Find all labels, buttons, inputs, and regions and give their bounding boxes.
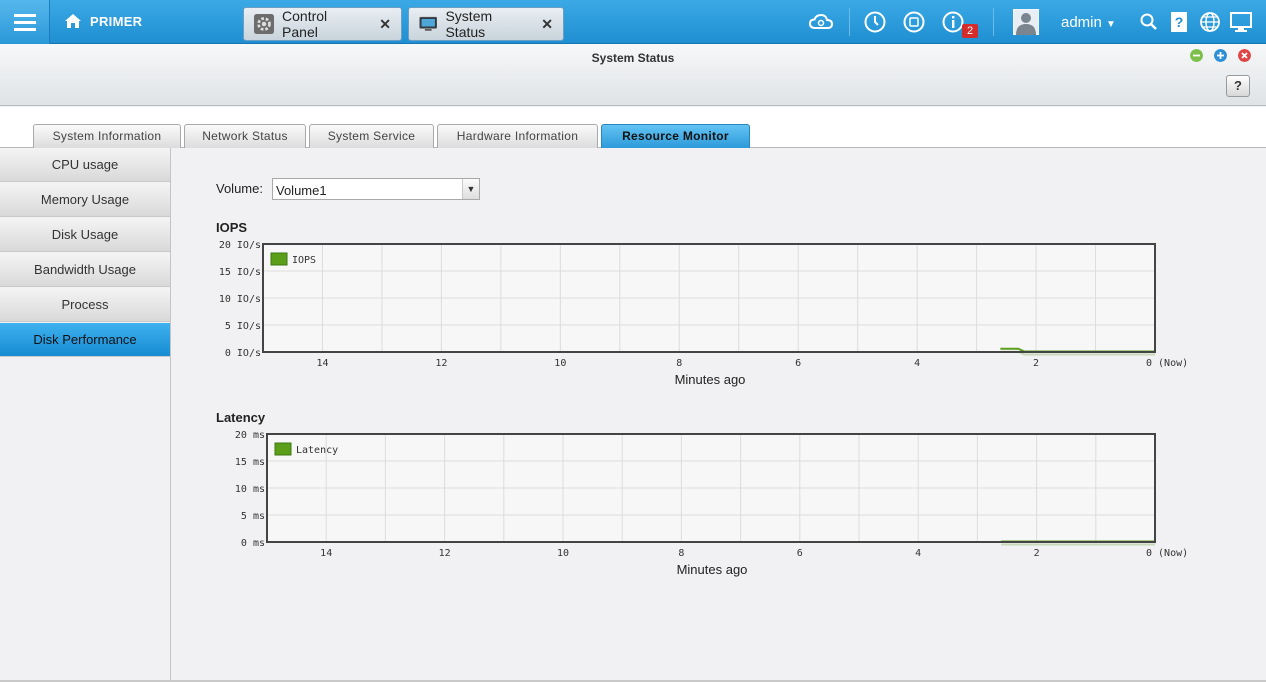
iops-legend-swatch bbox=[270, 252, 288, 266]
latency-legend-label: Latency bbox=[296, 445, 338, 456]
iops-y-tick-label: 15 IO/s bbox=[219, 267, 261, 278]
latency-x-tick-label: 6 bbox=[797, 548, 803, 559]
iops-x-tick-label: 4 bbox=[914, 358, 920, 369]
iops-x-tick-label: 8 bbox=[676, 358, 682, 369]
iops-y-tick-label: 20 IO/s bbox=[219, 240, 261, 251]
latency-x-tick-label: 0 (Now) bbox=[1146, 548, 1188, 559]
iops-x-axis-title: Minutes ago bbox=[675, 372, 746, 387]
charts-canvas: 20 IO/s 15 IO/s 10 IO/s 5 IO/s 0 IO/s 14 12 10 8… bbox=[219, 240, 1188, 577]
iops-y-tick-label: 5 IO/s bbox=[225, 321, 261, 332]
latency-y-tick-label: 10 ms bbox=[235, 484, 265, 495]
iops-y-tick-label: 10 IO/s bbox=[219, 294, 261, 305]
latency-x-tick-label: 2 bbox=[1034, 548, 1040, 559]
iops-legend-label: IOPS bbox=[292, 255, 316, 266]
latency-x-tick-label: 10 bbox=[557, 548, 569, 559]
iops-x-tick-label: 2 bbox=[1033, 358, 1039, 369]
iops-x-tick-label: 0 (Now) bbox=[1146, 358, 1188, 369]
latency-x-axis-title: Minutes ago bbox=[677, 562, 748, 577]
latency-y-tick-label: 5 ms bbox=[241, 511, 265, 522]
latency-x-tick-label: 14 bbox=[320, 548, 332, 559]
iops-x-tick-label: 10 bbox=[554, 358, 566, 369]
latency-x-tick-label: 4 bbox=[915, 548, 921, 559]
latency-y-tick-label: 15 ms bbox=[235, 457, 265, 468]
iops-x-tick-label: 14 bbox=[316, 358, 328, 369]
latency-y-tick-label: 0 ms bbox=[241, 538, 265, 549]
latency-legend-swatch bbox=[274, 442, 292, 456]
iops-x-tick-label: 6 bbox=[795, 358, 801, 369]
latency-y-tick-label: 20 ms bbox=[235, 430, 265, 441]
iops-y-tick-label: 0 IO/s bbox=[225, 348, 261, 359]
latency-x-tick-label: 8 bbox=[678, 548, 684, 559]
latency-x-tick-label: 12 bbox=[439, 548, 451, 559]
iops-x-tick-label: 12 bbox=[435, 358, 447, 369]
